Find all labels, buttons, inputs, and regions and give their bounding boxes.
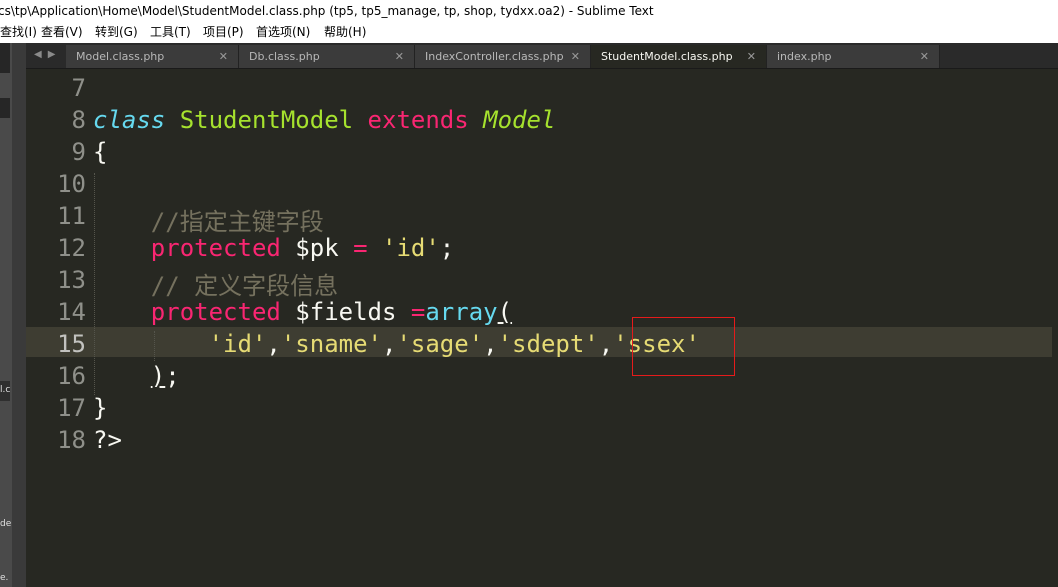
menu-project[interactable]: 项目(P): [203, 22, 244, 43]
line-number: 14: [57, 298, 86, 326]
vertical-scrollbar[interactable]: [1052, 69, 1058, 587]
code-line[interactable]: protected $fields =array(: [93, 298, 512, 326]
code-editor[interactable]: 7 8 9 10 11 12 13 14 15 16 17 18 class StudentModel…: [26, 69, 1058, 587]
code-line[interactable]: class StudentModel extends Model: [93, 106, 555, 134]
left-sidebar-strip: l.c de e.: [0, 43, 26, 587]
tab-index-php[interactable]: index.php ✕: [767, 45, 940, 68]
tab-indexcontroller-class[interactable]: IndexController.class.php ✕: [415, 45, 591, 68]
code-token: // 定义字段信息: [93, 272, 339, 300]
window-titlebar: cs\tp\Application\Home\Model\StudentMode…: [0, 0, 1058, 22]
menu-tools[interactable]: 工具(T): [150, 22, 191, 43]
sidebar-text-fragment: l.c: [0, 385, 11, 395]
line-number: 18: [57, 426, 86, 454]
code-token: array: [425, 298, 498, 326]
tab-nav-arrows-icon[interactable]: ◀▶: [34, 49, 61, 60]
code-token: StudentModel: [179, 106, 354, 134]
code-line[interactable]: ?>: [93, 426, 122, 454]
code-token: ,: [598, 330, 614, 358]
code-token: ,: [483, 330, 498, 358]
line-number: 10: [57, 170, 86, 198]
tab-label: IndexController.class.php: [425, 50, 564, 63]
line-number: 9: [71, 138, 86, 166]
line-number: 11: [57, 202, 86, 230]
code-token: ,: [382, 330, 397, 358]
code-line[interactable]: //指定主键字段: [93, 202, 324, 237]
code-token: $fields: [280, 298, 411, 326]
code-token: =: [410, 298, 426, 326]
line-number: 8: [71, 106, 86, 134]
tab-label: Db.class.php: [249, 50, 320, 63]
code-line[interactable]: 'id','sname','sage','sdept','ssex': [93, 330, 700, 358]
code-token: protected: [150, 234, 281, 262]
tab-label: StudentModel.class.php: [601, 50, 733, 63]
menu-preferences[interactable]: 首选项(N): [256, 22, 310, 43]
tab-bar: ◀▶ Model.class.php ✕ Db.class.php ✕ Inde…: [26, 43, 1058, 69]
code-token: 'sname': [280, 330, 382, 358]
menu-view[interactable]: 查看(V): [41, 22, 83, 43]
tab-model-class[interactable]: Model.class.php ✕: [66, 45, 239, 68]
line-number: 13: [57, 266, 86, 294]
code-token: class: [93, 106, 166, 134]
menu-bar: 查找(I) 查看(V) 转到(G) 工具(T) 项目(P) 首选项(N) 帮助(…: [0, 22, 1058, 43]
close-icon[interactable]: ✕: [395, 45, 404, 68]
code-token: ;: [165, 362, 180, 390]
code-token: 'sdept': [497, 330, 599, 358]
code-token: ?>: [93, 426, 122, 454]
sidebar-edge: [0, 43, 12, 587]
code-line[interactable]: // 定义字段信息: [93, 266, 338, 301]
code-token: 'id': [208, 330, 267, 358]
code-token: ): [150, 362, 166, 390]
close-icon[interactable]: ✕: [747, 45, 756, 68]
tab-studentmodel-class[interactable]: StudentModel.class.php ✕: [591, 45, 767, 68]
tab-label: Model.class.php: [76, 50, 165, 63]
code-token: 'sage': [396, 330, 484, 358]
line-number: 15: [57, 330, 86, 358]
sidebar-text-fragment: de: [0, 519, 12, 529]
menu-goto[interactable]: 转到(G): [95, 22, 138, 43]
code-token: $pk: [280, 234, 354, 262]
code-token: //指定主键字段: [93, 208, 324, 236]
tab-label: index.php: [777, 50, 832, 63]
code-token: Model: [483, 106, 556, 134]
code-line[interactable]: );: [93, 362, 180, 390]
code-token: =: [353, 234, 368, 262]
code-token: ;: [439, 234, 455, 262]
code-token: extends: [367, 106, 469, 134]
code-token: 'id': [382, 234, 440, 262]
line-number: 12: [57, 234, 86, 262]
close-icon[interactable]: ✕: [920, 45, 929, 68]
window-title: cs\tp\Application\Home\Model\StudentMode…: [0, 4, 654, 18]
tab-db-class[interactable]: Db.class.php ✕: [239, 45, 415, 68]
code-token: }: [93, 394, 108, 422]
sidebar-block: [0, 43, 10, 73]
line-number: 17: [57, 394, 86, 422]
code-token: ,: [266, 330, 281, 358]
code-line[interactable]: }: [93, 394, 107, 422]
menu-find[interactable]: 查找(I): [0, 22, 37, 43]
close-icon[interactable]: ✕: [571, 45, 580, 68]
code-token: {: [93, 138, 108, 166]
code-token: (: [497, 298, 513, 326]
menu-help[interactable]: 帮助(H): [324, 22, 366, 43]
line-number: 7: [71, 74, 86, 102]
annotation-highlight-box: [632, 317, 735, 376]
sidebar-text-fragment: e.: [0, 573, 9, 583]
close-icon[interactable]: ✕: [219, 45, 228, 68]
code-line[interactable]: {: [93, 138, 107, 166]
sidebar-block: [0, 98, 10, 118]
code-line[interactable]: protected $pk = 'id';: [93, 234, 454, 262]
line-number: 16: [57, 362, 86, 390]
code-token: protected: [150, 298, 281, 326]
